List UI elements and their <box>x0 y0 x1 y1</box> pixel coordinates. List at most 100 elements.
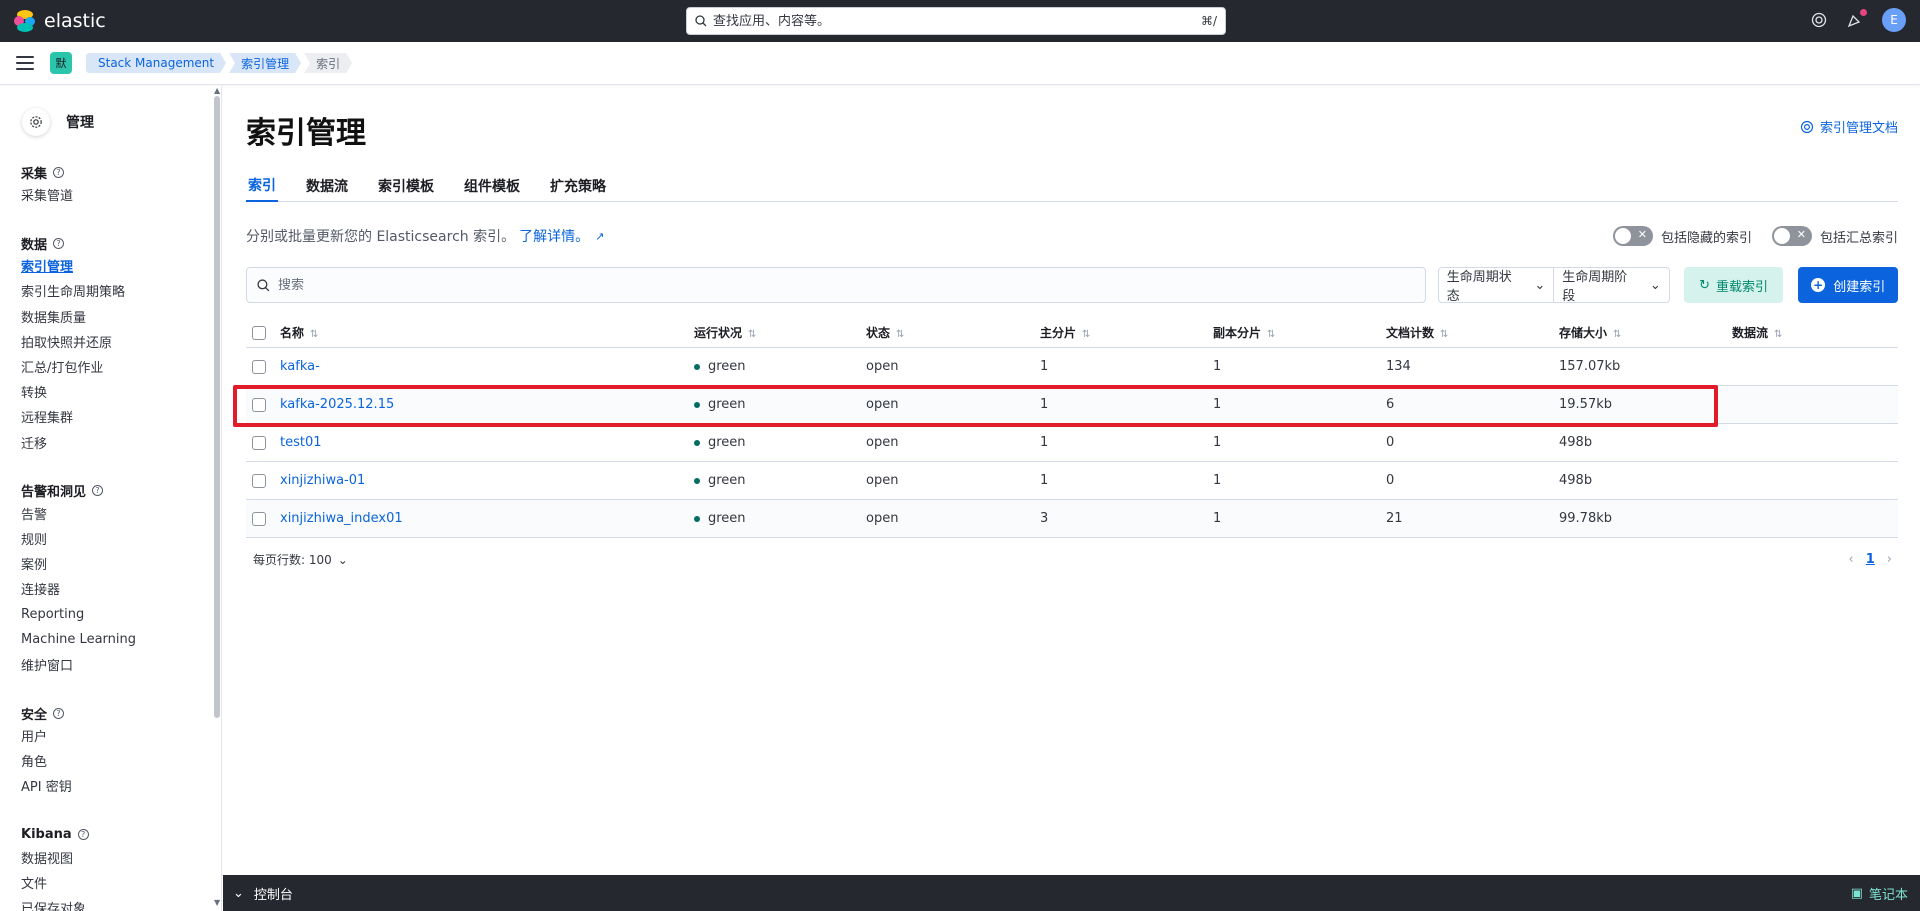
row-checkbox[interactable] <box>252 511 266 526</box>
column-header-data-stream[interactable]: 数据流 ⇅ <box>1732 324 1898 341</box>
status-value: open <box>866 473 899 488</box>
include-hidden-label: 包括隐藏的索引 <box>1660 230 1752 246</box>
sidebar-item-migrate[interactable]: 迁移 <box>21 430 221 455</box>
tab-enrich-policies[interactable]: 扩充策略 <box>548 170 608 202</box>
row-checkbox[interactable] <box>252 359 266 374</box>
sidebar-item-saved-objects[interactable]: 已保存对象 <box>21 895 221 911</box>
sidebar-item-connectors[interactable]: 连接器 <box>21 576 221 601</box>
row-checkbox[interactable] <box>252 435 266 450</box>
news-feed-icon[interactable] <box>1846 9 1867 29</box>
index-name-link[interactable]: kafka-2025.12.15 <box>280 397 394 412</box>
index-name-link[interactable]: xinjizhiwa-01 <box>280 473 365 488</box>
console-bar[interactable]: ⌄ 控制台 ▣ 笔记本 <box>223 875 1920 911</box>
column-header-primaries[interactable]: 主分片 ⇅ <box>1040 324 1213 341</box>
sidebar-item-data-views[interactable]: 数据视图 <box>21 845 221 870</box>
page-number[interactable]: 1 <box>1866 552 1875 567</box>
sidebar-item-roles[interactable]: 角色 <box>21 748 221 773</box>
index-name-link[interactable]: xinjizhiwa_index01 <box>280 511 403 526</box>
scroll-down-arrow[interactable]: ▼ <box>214 898 220 907</box>
index-name-link[interactable]: test01 <box>280 435 322 450</box>
space-avatar[interactable]: 默 <box>50 52 72 74</box>
sidebar-item-machine-learning[interactable]: Machine Learning <box>21 627 221 652</box>
user-avatar[interactable]: E <box>1882 8 1906 32</box>
sidebar-item-remote-clusters[interactable]: 远程集群 <box>21 404 221 429</box>
global-search[interactable]: ⌘/ <box>686 7 1226 35</box>
sidebar-item-reporting[interactable]: Reporting <box>21 601 221 626</box>
next-page-icon[interactable]: › <box>1887 552 1892 567</box>
size-value: 157.07kb <box>1559 359 1621 374</box>
breadcrumb: Stack Management 索引管理 索引 <box>86 53 355 73</box>
health-dot-icon <box>694 439 700 446</box>
sidebar-item-ingest-pipelines[interactable]: 采集管道 <box>21 182 221 207</box>
row-checkbox[interactable] <box>252 473 266 488</box>
global-search-input[interactable] <box>713 13 1201 29</box>
lifecycle-status-filter[interactable]: 生命周期状态 ⌄ <box>1439 268 1554 304</box>
column-header-docs-count[interactable]: 文档计数 ⇅ <box>1386 324 1559 341</box>
group-title: 安全 <box>21 707 48 723</box>
docs-value: 134 <box>1386 359 1411 374</box>
column-header-storage-size[interactable]: 存储大小 ⇅ <box>1559 324 1732 341</box>
column-header-health[interactable]: 运行状况 ⇅ <box>694 324 866 341</box>
sidebar-item-dataset-quality[interactable]: 数据集质量 <box>21 304 221 329</box>
table-row: xinjizhiwa_index01 green open 3 1 21 99.… <box>246 500 1898 538</box>
column-header-replicas[interactable]: 副本分片 ⇅ <box>1213 324 1386 341</box>
brand-name: elastic <box>44 10 106 32</box>
lifecycle-phase-filter[interactable]: 生命周期阶段 ⌄ <box>1553 268 1669 304</box>
sidebar-scrollbar[interactable] <box>214 96 220 718</box>
sidebar-item-alerts[interactable]: 告警 <box>21 501 221 526</box>
docs-link-label: 索引管理文档 <box>1819 121 1898 136</box>
replica-value: 1 <box>1213 359 1222 374</box>
column-header-name[interactable]: 名称 ⇅ <box>280 324 694 341</box>
notebook-button[interactable]: ▣ 笔记本 <box>1851 884 1908 903</box>
size-value: 498b <box>1559 435 1593 450</box>
help-icon[interactable]: ? <box>53 166 65 178</box>
create-index-button[interactable]: + 创建索引 <box>1798 267 1899 303</box>
sidebar-item-snapshot-restore[interactable]: 拍取快照并还原 <box>21 329 221 354</box>
breadcrumb-stack-management[interactable]: Stack Management <box>86 53 226 73</box>
include-rollup-toggle[interactable] <box>1771 226 1812 246</box>
help-icon[interactable]: ? <box>53 237 65 249</box>
previous-page-icon[interactable]: ‹ <box>1849 552 1854 567</box>
index-search-box[interactable] <box>246 267 1426 303</box>
sort-icon: ⇅ <box>1440 329 1449 340</box>
sidebar-item-api-keys[interactable]: API 密钥 <box>21 773 221 798</box>
sidebar-item-rollup-jobs[interactable]: 汇总/打包作业 <box>21 354 221 379</box>
tab-index-templates[interactable]: 索引模板 <box>376 170 436 202</box>
sidebar-item-rules[interactable]: 规则 <box>21 526 221 551</box>
sidebar-item-users[interactable]: 用户 <box>21 723 221 748</box>
sort-icon: ⇅ <box>896 329 905 340</box>
sidebar-item-maintenance-windows[interactable]: 维护窗口 <box>21 652 221 677</box>
sidebar-item-cases[interactable]: 案例 <box>21 551 221 576</box>
scroll-up-arrow[interactable]: ▲ <box>214 86 220 95</box>
breadcrumb-index-management[interactable]: 索引管理 <box>229 53 301 73</box>
rows-per-page-select[interactable]: 每页行数: 100 ⌄ <box>253 551 348 568</box>
include-hidden-toggle[interactable] <box>1612 226 1653 246</box>
index-search-input[interactable] <box>278 277 1415 293</box>
column-header-status[interactable]: 状态 ⇅ <box>866 324 1040 341</box>
sort-icon: ⇅ <box>748 329 757 340</box>
search-icon <box>257 278 270 291</box>
docs-link[interactable]: 索引管理文档 <box>1800 117 1898 136</box>
help-icon[interactable]: ? <box>77 829 89 841</box>
breadcrumb-bar: 默 Stack Management 索引管理 索引 <box>0 42 1920 85</box>
help-icon[interactable]: ? <box>92 485 104 497</box>
learn-more-link[interactable]: 了解详情。 <box>519 226 589 246</box>
reload-indices-button[interactable]: ↻ 重载索引 <box>1683 267 1784 303</box>
tab-data-streams[interactable]: 数据流 <box>304 170 350 202</box>
menu-toggle-icon[interactable] <box>16 56 34 70</box>
tab-indices[interactable]: 索引 <box>246 170 278 202</box>
sort-icon: ⇅ <box>1774 329 1783 340</box>
sidebar-item-index-management[interactable]: 索引管理 <box>21 253 221 278</box>
row-checkbox[interactable] <box>252 397 266 412</box>
select-all-checkbox[interactable] <box>252 325 266 340</box>
sidebar-item-files[interactable]: 文件 <box>21 870 221 895</box>
sidebar-item-ilm-policies[interactable]: 索引生命周期策略 <box>21 278 221 303</box>
console-label: 控制台 <box>253 887 293 903</box>
elastic-logo[interactable]: elastic <box>14 10 134 32</box>
help-icon[interactable]: ? <box>53 707 65 719</box>
tab-component-templates[interactable]: 组件模板 <box>462 170 522 202</box>
index-name-link[interactable]: kafka- <box>280 359 320 374</box>
news-notification-dot <box>1860 9 1867 16</box>
help-menu-icon[interactable] <box>1810 11 1828 29</box>
sidebar-item-transforms[interactable]: 转换 <box>21 379 221 404</box>
